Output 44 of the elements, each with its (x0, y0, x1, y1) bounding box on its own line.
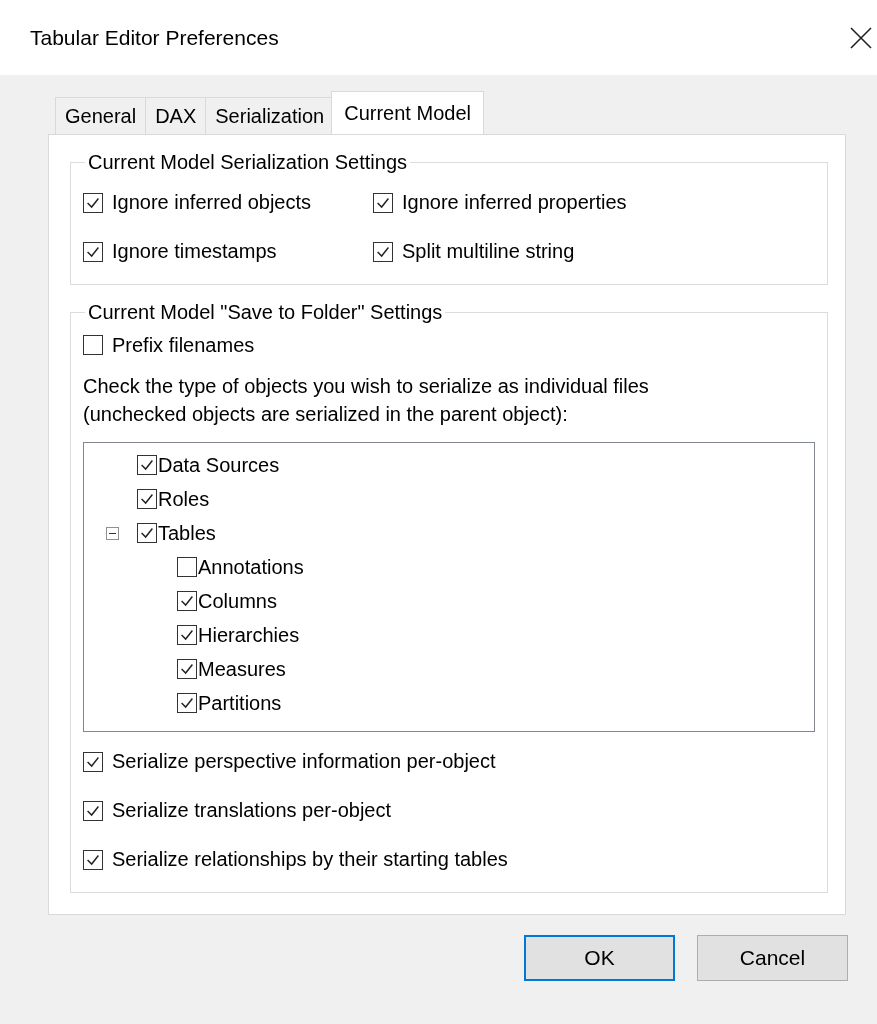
checkbox-label[interactable]: Prefix filenames (112, 333, 255, 357)
checkbox-label[interactable]: Serialize relationships by their starting tables (112, 848, 508, 871)
checkbox[interactable] (83, 849, 103, 870)
checkbox[interactable] (177, 591, 197, 611)
checkbox[interactable] (137, 455, 157, 475)
checkbox[interactable] (137, 489, 157, 509)
checkbox-label[interactable]: Ignore inferred properties (402, 191, 627, 214)
checkbox-label[interactable]: Ignore inferred objects (112, 191, 311, 214)
instruction-text: Check the type of objects you wish to serialize as individual files (83, 374, 650, 399)
checkbox-label[interactable]: Ignore timestamps (112, 240, 277, 263)
group-title: Current Model Serialization Settings (87, 151, 409, 174)
checkbox-label[interactable]: Serialize translations per-object (112, 799, 392, 822)
checkbox[interactable] (177, 557, 197, 577)
collapse-icon[interactable] (106, 526, 119, 540)
object-tree[interactable]: Data Sources Roles Tables Annotations Columns Hierarchies Measures Partitions (83, 442, 815, 732)
checkbox[interactable] (83, 751, 103, 772)
checkbox[interactable] (137, 523, 157, 543)
tree-item-label[interactable]: Hierarchies (198, 623, 300, 647)
ok-button[interactable]: OK (524, 935, 675, 981)
checkbox[interactable] (83, 800, 103, 821)
checkbox[interactable] (83, 192, 103, 213)
tree-item-label[interactable]: Measures (198, 657, 286, 681)
tree-item-label[interactable]: Roles (158, 487, 210, 511)
tree-item-label[interactable]: Partitions (198, 691, 282, 715)
tree-item-label[interactable]: Data Sources (158, 453, 280, 477)
checkbox[interactable] (177, 625, 197, 645)
tree-item-label[interactable]: Columns (198, 589, 277, 613)
checkbox-label[interactable]: Serialize perspective information per-object (112, 750, 496, 773)
checkbox[interactable] (177, 693, 197, 713)
checkbox[interactable] (83, 335, 103, 355)
cancel-button[interactable]: Cancel (697, 935, 848, 981)
tree-item-label[interactable]: Annotations (198, 555, 304, 579)
tree-item-label[interactable]: Tables (158, 521, 216, 545)
window-title: Tabular Editor Preferences (30, 25, 280, 50)
checkbox[interactable] (177, 659, 197, 679)
tab[interactable]: Current Model (331, 91, 484, 134)
checkbox[interactable] (373, 241, 393, 262)
checkbox-label[interactable]: Split multiline string (402, 240, 575, 263)
checkbox[interactable] (373, 192, 393, 213)
group-title: Current Model "Save to Folder" Settings (87, 301, 444, 324)
close-icon[interactable] (849, 25, 873, 50)
checkbox[interactable] (83, 241, 103, 262)
tab[interactable]: General (55, 97, 147, 134)
instruction-text: (unchecked objects are serialized in the parent object): (83, 402, 569, 427)
